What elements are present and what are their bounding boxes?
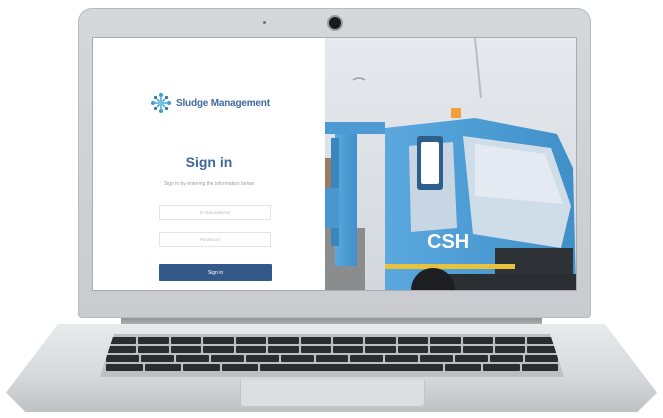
email-field[interactable] xyxy=(159,205,271,220)
keyboard-row xyxy=(100,337,564,344)
keyboard xyxy=(100,334,564,377)
page-title: Sign in xyxy=(185,154,233,170)
brand-name: Sludge Management xyxy=(176,97,270,109)
truck-hero-image: CSH xyxy=(325,38,576,290)
sludge-logo-icon xyxy=(151,93,171,113)
page-subtitle: Sign in by entering the information belo… xyxy=(163,181,255,187)
truck-logo-text: CSH xyxy=(427,231,469,253)
laptop-screen: Sludge Management Sign in Sign in by ent… xyxy=(93,38,576,290)
login-pane: Sludge Management Sign in Sign in by ent… xyxy=(93,38,325,290)
brand-logo: Sludge Management xyxy=(150,92,270,114)
microphone-dot xyxy=(263,21,266,24)
password-field[interactable] xyxy=(159,232,271,247)
trackpad xyxy=(240,380,425,407)
sign-in-button[interactable]: Sign in xyxy=(159,264,272,281)
keyboard-row xyxy=(100,355,564,362)
keyboard-row xyxy=(100,364,564,371)
keyboard-row xyxy=(100,346,564,353)
webcam-icon xyxy=(329,17,341,29)
